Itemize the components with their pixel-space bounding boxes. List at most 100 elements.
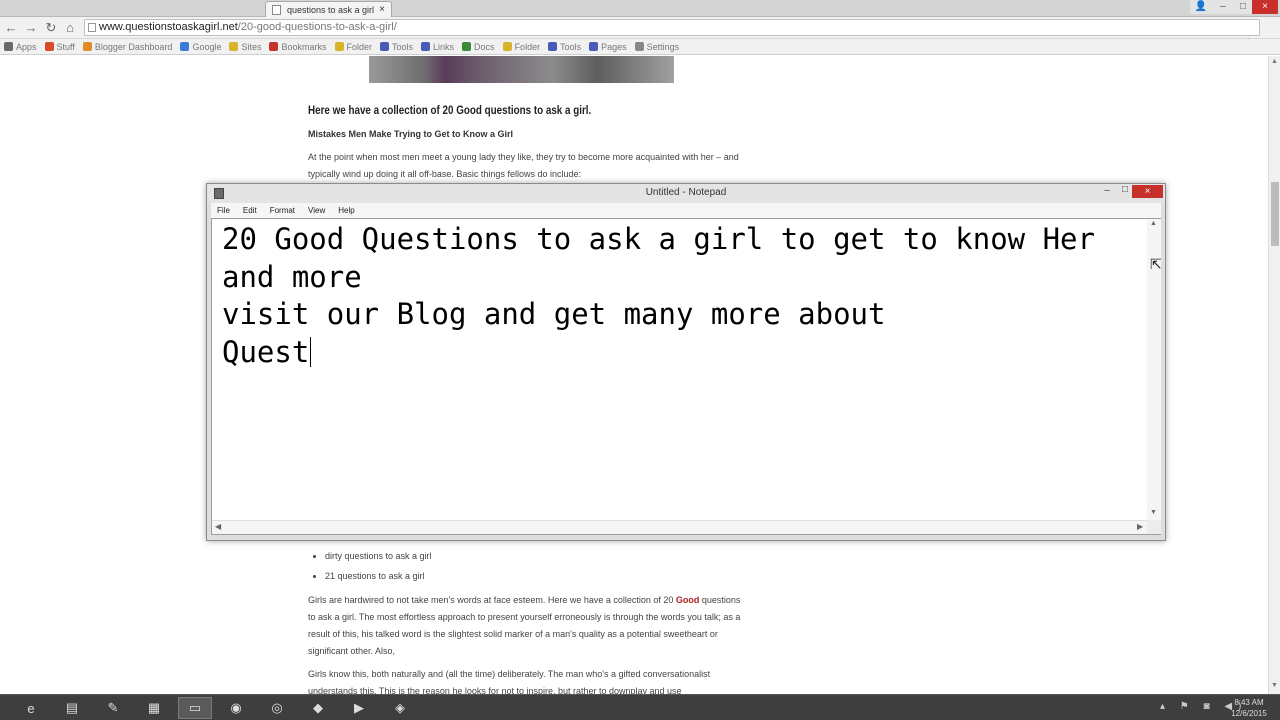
text-editor[interactable]: 20 Good Questions to ask a girl to get t…: [211, 218, 1161, 535]
tab-title: questions to ask a girl: [287, 4, 375, 15]
bookmark-label: Bookmarks: [281, 41, 327, 52]
editor-line: visit our Blog and get many more about: [222, 297, 886, 331]
bookmark-label: Apps: [16, 41, 37, 52]
firefox-icon[interactable]: ◉: [219, 697, 253, 719]
scroll-down-icon[interactable]: ▼: [1150, 509, 1157, 516]
forward-arrow-icon[interactable]: →: [22, 19, 40, 37]
scroll-left-icon[interactable]: ◀: [215, 522, 221, 531]
bookmark-item[interactable]: Sites: [229, 40, 261, 54]
bookmark-label: Stuff: [56, 41, 75, 52]
notepad-menubar: File Edit Format View Help: [211, 203, 1161, 218]
bookmark-icon: [269, 42, 279, 51]
address-bar[interactable]: www.questionstoaskagirl.net/20-good-ques…: [84, 19, 1260, 36]
menu-view[interactable]: View: [308, 206, 325, 215]
bookmark-item[interactable]: Stuff: [44, 40, 75, 54]
bookmark-item[interactable]: Tools: [548, 40, 581, 54]
bookmark-item[interactable]: Apps: [4, 40, 37, 54]
maximize-button[interactable]: □: [1117, 184, 1133, 198]
browser-tab[interactable]: questions to ask a girl ×: [265, 1, 392, 17]
bookmark-item[interactable]: Folder: [502, 40, 541, 54]
list-item[interactable]: dirty questions to ask a girl: [325, 551, 432, 561]
bookmark-item[interactable]: Google: [180, 40, 221, 54]
bookmark-label: Settings: [646, 41, 680, 52]
editor-line: and more: [222, 259, 362, 294]
bookmark-label: Tools: [392, 41, 414, 52]
bookmark-icon: [589, 42, 599, 51]
text-caret: [310, 336, 312, 367]
bookmark-icon: [462, 42, 472, 51]
bookmark-item[interactable]: Folder: [334, 40, 372, 54]
page-icon: [272, 4, 281, 15]
bookmark-label: Google: [192, 41, 222, 52]
bookmark-icon: [180, 42, 190, 51]
bookmark-icon: [380, 42, 390, 51]
list-item[interactable]: 21 questions to ask a girl: [325, 571, 432, 581]
close-button[interactable]: ×: [1252, 0, 1278, 14]
bookmark-label: Blogger Dashboard: [94, 41, 173, 52]
article-image: [369, 56, 674, 83]
maximize-button[interactable]: □: [1232, 0, 1254, 14]
bookmark-icon: [634, 42, 644, 51]
paint-icon[interactable]: ✎: [96, 697, 130, 719]
editor-line: 20 Good Questions to ask a girl to get t…: [222, 222, 1095, 256]
highlight-link[interactable]: Good: [676, 595, 700, 605]
article-paragraph: Girls are hardwired to not take men's wo…: [308, 592, 748, 660]
bookmark-item[interactable]: Pages: [589, 40, 627, 54]
horizontal-scrollbar[interactable]: ◀ ▶: [212, 520, 1147, 534]
bookmark-icon: [44, 42, 54, 51]
article-paragraph: Girls know this, both naturally and (all…: [308, 669, 711, 694]
scroll-up-icon[interactable]: ▲: [1271, 58, 1278, 65]
notepad-icon[interactable]: ▭: [178, 697, 212, 719]
minimize-button[interactable]: –: [1099, 185, 1115, 199]
bookmark-item[interactable]: Settings: [634, 40, 680, 54]
taskbar: ▴ ⚑ ◙ ◀) 8:43 AM 12/6/2015 e ▤ ✎ ▦ ▭ ◉ ◎ ◆ ▶ ◈: [0, 694, 1280, 720]
bookmark-label: Folder: [514, 41, 541, 52]
url-domain: www.questionstoaskagirl.net: [99, 21, 238, 33]
tab-close-icon[interactable]: ×: [379, 4, 385, 15]
notepad-titlebar[interactable]: Untitled - Notepad – □ ×: [207, 184, 1165, 203]
bookmark-label: Sites: [241, 41, 262, 52]
paragraph-text: Girls are hardwired to not take men's wo…: [308, 595, 676, 605]
bookmark-item[interactable]: Bookmarks: [269, 40, 327, 54]
bookmark-icon: [334, 42, 344, 51]
page-scrollbar[interactable]: ▲ ▼: [1268, 56, 1280, 694]
internet-explorer-icon[interactable]: e: [14, 697, 48, 719]
scroll-right-icon[interactable]: ▶: [1137, 522, 1143, 531]
bookmark-icon: [82, 42, 92, 51]
bookmark-label: Tools: [560, 41, 582, 52]
minimize-button[interactable]: –: [1212, 0, 1234, 14]
menu-edit[interactable]: Edit: [243, 206, 257, 215]
bookmarks-bar: Apps Stuff Blogger Dashboard Google Sites Boo…: [0, 39, 1280, 55]
media-player-icon[interactable]: ▶: [342, 697, 376, 719]
bookmark-icon: [4, 42, 13, 51]
browser-toolbar: ← → ↻ ⌂ www.questionstoaskagirl.net/20-g…: [0, 17, 1280, 51]
control-panel-icon[interactable]: ▦: [137, 697, 171, 719]
bullet-list: dirty questions to ask a girl 21 questio…: [315, 551, 432, 591]
close-button[interactable]: ×: [1132, 185, 1163, 198]
scrollbar-thumb[interactable]: [1271, 182, 1279, 246]
editor-content[interactable]: 20 Good Questions to ask a girl to get t…: [222, 221, 1142, 371]
reload-icon[interactable]: ↻: [42, 19, 60, 37]
window-title: Untitled - Notepad: [645, 187, 727, 198]
clock-time: 8:43 AM: [1234, 698, 1264, 707]
menu-format[interactable]: Format: [270, 206, 295, 215]
menu-help[interactable]: Help: [338, 206, 354, 215]
file-explorer-icon[interactable]: ▤: [55, 697, 89, 719]
bookmark-label: Docs: [474, 41, 495, 52]
bookmark-item[interactable]: Tools: [380, 40, 413, 54]
user-icon[interactable]: 👤: [1190, 0, 1212, 14]
tool-icon[interactable]: ◈: [383, 697, 417, 719]
scroll-up-icon[interactable]: ▲: [1150, 220, 1157, 227]
home-icon[interactable]: ⌂: [61, 19, 79, 37]
menu-file[interactable]: File: [217, 206, 230, 215]
app-icon[interactable]: ◆: [301, 697, 335, 719]
bookmark-item[interactable]: Blogger Dashboard: [82, 40, 173, 54]
chrome-icon[interactable]: ◎: [260, 697, 294, 719]
clock[interactable]: 8:43 AM 12/6/2015: [1222, 697, 1276, 719]
scroll-down-icon[interactable]: ▼: [1271, 682, 1278, 689]
bookmark-item[interactable]: Links: [421, 40, 454, 54]
back-arrow-icon[interactable]: ←: [2, 19, 20, 37]
resize-grip[interactable]: [1147, 520, 1161, 534]
bookmark-item[interactable]: Docs: [462, 40, 495, 54]
mouse-pointer-icon: ⇱: [1150, 256, 1162, 272]
